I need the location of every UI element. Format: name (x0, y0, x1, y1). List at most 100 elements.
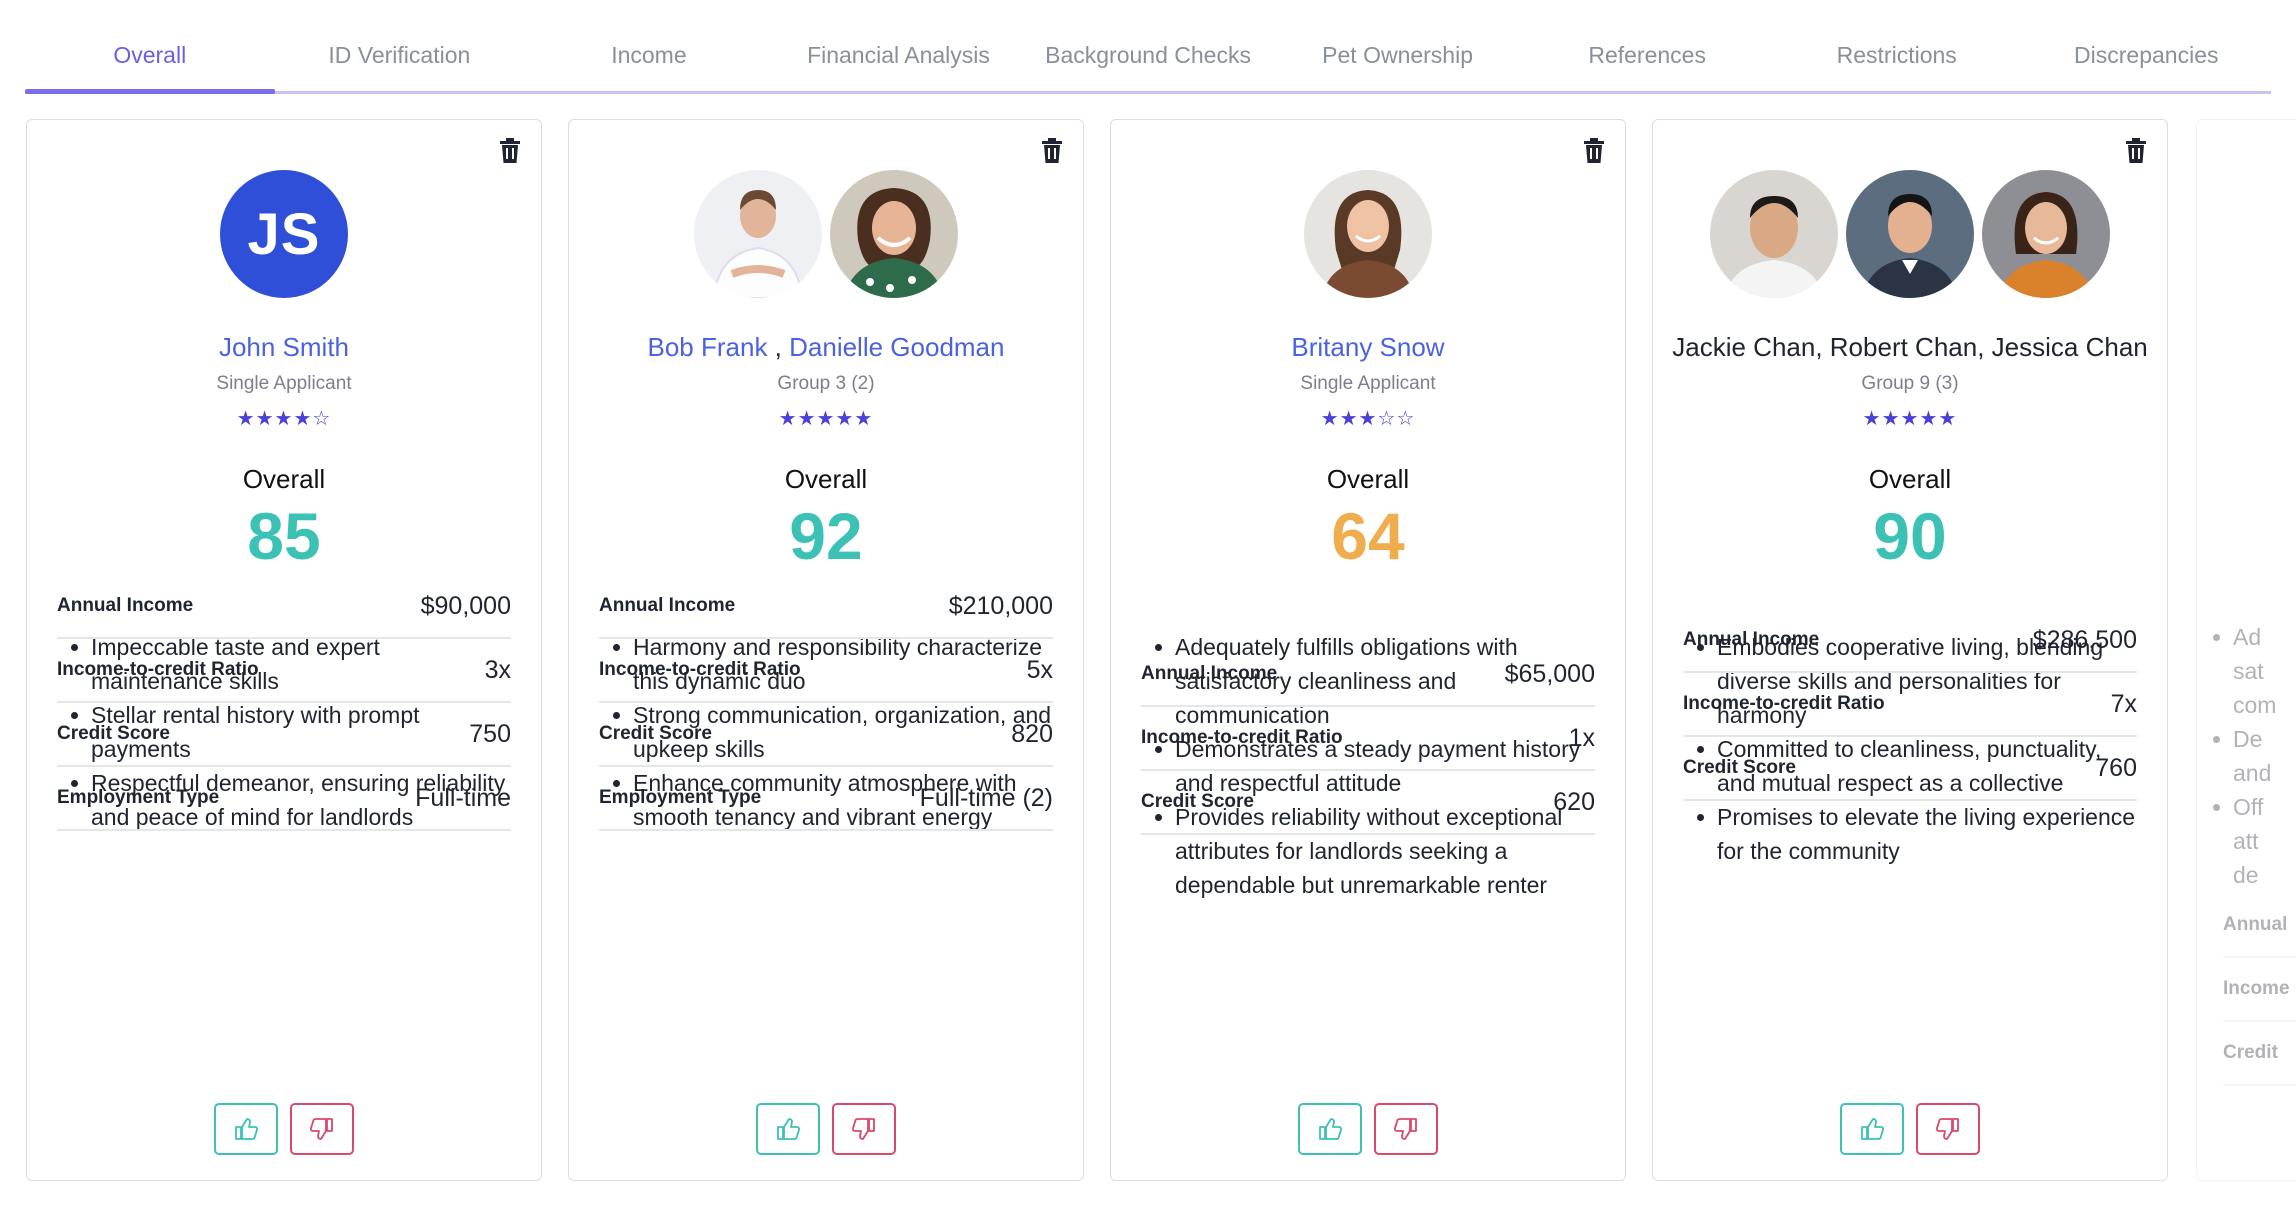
stat-label: Income-to-credit Ratio (1683, 693, 1885, 714)
overall-score: 64 (1331, 499, 1405, 573)
dislike-button[interactable] (1374, 1103, 1438, 1155)
avatar (1982, 170, 2110, 298)
stat-row: Credit Score 760 (1683, 737, 2137, 801)
summary-fragment: de (2233, 862, 2259, 888)
card-actions (569, 1084, 1083, 1180)
applicant-names: John Smith (27, 332, 541, 363)
overall-label: Overall (784, 464, 868, 494)
name-separator: , (1815, 332, 1830, 362)
stats-table: Annual Income $286,500 Income-to-credit R… (1683, 609, 2137, 801)
star-rating: ★★★★☆ (236, 408, 332, 430)
tab-financial-analysis[interactable]: Financial Analysis (774, 30, 1024, 91)
summary-fragment: att (2233, 828, 2259, 854)
tab-discrepancies[interactable]: Discrepancies (2022, 30, 2272, 91)
summary-list: Ad sat com De and Off att de (2211, 620, 2296, 892)
trash-icon[interactable] (499, 138, 521, 164)
stat-row: Credit Score 750 (57, 703, 511, 767)
summary-fragment: De (2233, 726, 2263, 752)
stat-value: 820 (1011, 719, 1053, 748)
thumbs-up-icon (235, 1118, 259, 1140)
stat-value: $90,000 (420, 591, 511, 620)
tab-id-verification[interactable]: ID Verification (275, 30, 525, 91)
thumbs-up-icon (777, 1118, 801, 1140)
stat-row: Annual Income $210,000 (599, 575, 1053, 639)
stat-value: 3x (484, 655, 511, 684)
applicant-type: Group 3 (2) (777, 373, 875, 394)
tab-pet-ownership[interactable]: Pet Ownership (1273, 30, 1523, 91)
name-separator: , (1977, 332, 1992, 362)
summary-item: Off att de (2211, 790, 2296, 892)
summary-fragment: sat (2233, 658, 2264, 684)
thumbs-down-icon (1935, 1118, 1959, 1140)
stat-row: Annual (2223, 894, 2296, 958)
trash-icon[interactable] (1041, 138, 1063, 164)
tab-references[interactable]: References (1522, 30, 1772, 91)
avatar (1710, 170, 1838, 298)
applicant-name-link[interactable]: Danielle Goodman (789, 332, 1004, 362)
like-button[interactable] (214, 1103, 278, 1155)
star-rating: ★★★★★ (778, 408, 874, 430)
overall-score: 90 (1873, 499, 1947, 573)
applicant-name-link[interactable]: John Smith (219, 332, 349, 362)
stat-row: Employment Type Full-time (57, 767, 511, 831)
like-button[interactable] (1840, 1103, 1904, 1155)
avatar-group (1653, 170, 2167, 300)
overall-score: 92 (789, 499, 863, 573)
like-button[interactable] (1298, 1103, 1362, 1155)
dislike-button[interactable] (832, 1103, 896, 1155)
tab-overall[interactable]: Overall (25, 30, 275, 94)
stat-row: Income-to-credit Ratio 7x (1683, 673, 2137, 737)
overall-label: Overall (242, 464, 326, 494)
stat-row: Credit Score 820 (599, 703, 1053, 767)
stat-row: Annual Income $90,000 (57, 575, 511, 639)
stat-label: Annual Income (57, 595, 194, 616)
applicant-name: Robert Chan (1829, 332, 1978, 362)
stat-value: Full-time (2) (919, 783, 1053, 812)
stat-label: Employment Type (57, 787, 220, 808)
stat-label: Annual Income (1683, 629, 1820, 650)
stat-label: Credit Score (57, 723, 170, 744)
stat-label: Income-to-credit Ratio (1141, 727, 1343, 748)
stat-label: Credit (2223, 1042, 2278, 1063)
summary-fragment: Ad (2233, 624, 2262, 650)
stats-table: Annual Income $210,000 Income-to-credit R… (599, 575, 1053, 831)
stat-label: Annual Income (1141, 663, 1278, 684)
thumbs-up-icon (1319, 1118, 1343, 1140)
star-rating: ★★★☆☆ (1320, 408, 1416, 430)
summary-fragment: and (2233, 760, 2272, 786)
thumbs-down-icon (309, 1118, 333, 1140)
like-button[interactable] (756, 1103, 820, 1155)
tab-background-checks[interactable]: Background Checks (1023, 30, 1273, 91)
dislike-button[interactable] (1916, 1103, 1980, 1155)
applicant-card: Britany Snow Single Applicant ★★★☆☆ Over… (1110, 119, 1626, 1181)
stat-value: 760 (2095, 753, 2137, 782)
stat-row: Annual Income $286,500 (1683, 609, 2137, 673)
stat-label: Income (2223, 978, 2290, 999)
applicant-name-link[interactable]: Britany Snow (1291, 332, 1444, 362)
trash-icon[interactable] (1583, 138, 1605, 164)
stat-value: 1x (1568, 723, 1595, 752)
applicant-type: Single Applicant (1300, 373, 1436, 394)
stats-table: Annual Income $90,000 Income-to-credit Ra… (57, 575, 511, 831)
applicant-name-link[interactable]: Bob Frank (648, 332, 768, 362)
overall-label: Overall (1326, 464, 1410, 494)
star-rating: ★★★★★ (1862, 408, 1958, 430)
stat-row: Credit (2223, 1022, 2296, 1086)
dislike-button[interactable] (290, 1103, 354, 1155)
applicant-names: Jackie Chan, Robert Chan, Jessica Chan (1653, 332, 2167, 363)
applicant-card: Bob Frank , Danielle Goodman Group 3 (2)… (568, 119, 1084, 1181)
tab-income[interactable]: Income (524, 30, 774, 91)
card-actions (1111, 1084, 1625, 1180)
card-actions (1653, 1084, 2167, 1180)
stat-label: Credit Score (599, 723, 712, 744)
avatar (694, 170, 822, 298)
trash-icon[interactable] (2125, 138, 2147, 164)
overall-label: Overall (1868, 464, 1952, 494)
tab-restrictions[interactable]: Restrictions (1772, 30, 2022, 91)
stat-value: $65,000 (1504, 659, 1595, 688)
stat-value: 7x (2110, 689, 2137, 718)
thumbs-down-icon (1393, 1118, 1417, 1140)
stats-table: Annual Income Credit (2223, 894, 2296, 1086)
avatar (830, 170, 958, 298)
stat-value: Full-time (415, 783, 511, 812)
